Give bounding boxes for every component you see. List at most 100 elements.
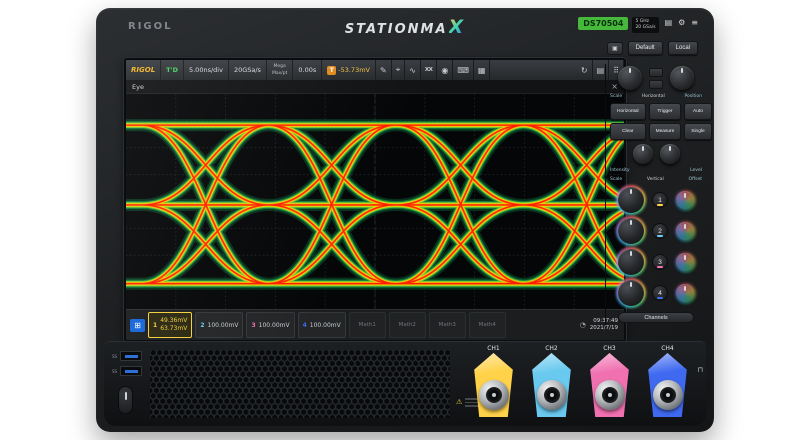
ch1-value-1: 49.36mV xyxy=(160,317,187,325)
edit-icon[interactable]: ✎ xyxy=(376,60,392,80)
channel-4-status[interactable]: 4100.00mV xyxy=(298,312,346,338)
math2-status[interactable]: Math2 xyxy=(389,312,426,338)
measure-button[interactable]: Measure xyxy=(649,123,682,140)
spec-samplerate: 20 GSa/s xyxy=(635,25,655,30)
channel-2-status[interactable]: 2100.00mV xyxy=(195,312,243,338)
math1-status[interactable]: Math1 xyxy=(349,312,386,338)
channel-1-status[interactable]: 1 49.36mV63.73mV xyxy=(148,312,192,338)
eye-tab-title: Eye xyxy=(132,83,144,91)
ch1-value-2: 63.73mV xyxy=(160,325,187,333)
ch2-wedge xyxy=(531,353,573,417)
intensity-knob[interactable] xyxy=(633,144,653,164)
horizontal-button[interactable]: Horizontal xyxy=(610,103,646,120)
screen: RIGOL T'D 5.00ns/div 20GSa/s MegaMax/pt … xyxy=(124,58,626,342)
keyboard-icon[interactable]: ⌨ xyxy=(453,60,474,80)
ch3-offset-knob[interactable] xyxy=(676,253,694,271)
math4-status[interactable]: Math4 xyxy=(469,312,506,338)
usb-port-2[interactable] xyxy=(120,366,142,376)
trigger-button[interactable]: Trigger xyxy=(649,103,682,120)
channel-3-status[interactable]: 3100.00mV xyxy=(246,312,294,338)
timebase-control[interactable]: 5.00ns/div xyxy=(184,60,229,80)
default-button[interactable]: Default xyxy=(628,41,663,55)
logo-x: X xyxy=(449,16,466,38)
horizontal-position-knob[interactable] xyxy=(670,66,694,90)
intensity-labels: IntensityLevel xyxy=(610,168,702,173)
channel-4-button[interactable]: 4 xyxy=(652,285,668,301)
snapshot-button[interactable]: ▣ xyxy=(607,42,623,55)
math-icon[interactable]: ∿ xyxy=(405,60,421,80)
spec-bandwidth: 5 GHz xyxy=(635,19,655,24)
model-specs: 5 GHz20 GSa/s xyxy=(632,17,658,33)
usb-port-1[interactable] xyxy=(120,351,142,361)
search-button[interactable] xyxy=(649,80,663,89)
eye-icon[interactable]: ◉ xyxy=(437,60,453,80)
system-icon[interactable]: ⊞ xyxy=(130,319,145,332)
power-button[interactable] xyxy=(118,386,133,414)
ch4-connector: CH4 xyxy=(643,345,692,417)
local-button[interactable]: Local xyxy=(668,41,698,55)
channel-3-button[interactable]: 3 xyxy=(652,254,668,270)
display-icon[interactable]: ▤ xyxy=(665,17,673,28)
ch2-scale-knob-face xyxy=(618,218,644,244)
channel-2-row: 2 xyxy=(618,218,694,244)
channels-button[interactable]: Channels xyxy=(618,312,694,323)
intensity-knob-row xyxy=(633,144,680,164)
auto-button[interactable]: Auto xyxy=(684,103,711,120)
trigger-level: -53.73mV xyxy=(338,66,370,74)
control-panel: ScaleHorizontalPosition Horizontal Trigg… xyxy=(605,64,706,325)
ch1-connector: CH1 xyxy=(469,345,518,417)
horizontal-labels: ScaleHorizontalPosition xyxy=(610,94,702,99)
ch1-offset-knob[interactable] xyxy=(676,191,694,209)
ch3-connector: CH3 xyxy=(585,345,634,417)
channel-2-button[interactable]: 2 xyxy=(652,223,668,239)
vertical-labels: ScaleVerticalOffset xyxy=(610,177,702,182)
series-logo: STATIONMAX xyxy=(295,16,515,38)
ch2-offset-knob[interactable] xyxy=(676,222,694,240)
sample-rate: 20GSa/s xyxy=(229,60,267,80)
jitter-icon[interactable]: XX xyxy=(421,60,437,80)
ch2-bnc-input[interactable] xyxy=(537,380,567,410)
math3-status[interactable]: Math3 xyxy=(429,312,466,338)
ch1-bnc-input[interactable] xyxy=(479,380,509,410)
grid-icon[interactable]: ▦ xyxy=(474,60,491,80)
ch3-bnc-input[interactable] xyxy=(595,380,625,410)
horizontal-knob-row xyxy=(618,66,694,90)
usb-port-1-row: SS xyxy=(112,351,142,361)
channel-controls: 1 2 3 4 xyxy=(618,187,694,306)
screen-rigol-logo: RIGOL xyxy=(126,60,161,80)
speaker-grille xyxy=(150,350,450,418)
channel-1-row: 1 xyxy=(618,187,694,213)
ch4-scale-knob[interactable] xyxy=(618,280,644,306)
usb-ss-label: SS xyxy=(112,354,117,359)
clear-button[interactable]: Clear xyxy=(610,123,646,140)
oscilloscope-device: RIGOL STATIONMAX DS70504 5 GHz20 GSa/s ▤… xyxy=(96,8,714,432)
channel-1-button[interactable]: 1 xyxy=(652,192,668,208)
horizontal-scale-knob[interactable] xyxy=(618,66,642,90)
ch3-scale-knob-face xyxy=(618,249,644,275)
ch1-scale-knob[interactable] xyxy=(618,187,644,213)
trigger-settings[interactable]: T-53.73mV xyxy=(322,60,376,80)
ch2-scale-knob[interactable] xyxy=(618,218,644,244)
zoom-button[interactable] xyxy=(649,68,663,77)
history-icon[interactable]: ↻ xyxy=(577,60,593,80)
ch2-connector-label: CH2 xyxy=(545,345,558,352)
ch4-offset-knob[interactable] xyxy=(676,284,694,302)
waveform-area[interactable] xyxy=(126,94,624,309)
ch3-connector-label: CH3 xyxy=(603,345,616,352)
ch4-bnc-input[interactable] xyxy=(653,380,683,410)
ch3-scale-knob[interactable] xyxy=(618,249,644,275)
channel-4-row: 4 xyxy=(618,280,694,306)
status-bar: ⊞ 1 49.36mV63.73mV 2100.00mV 3100.00mV 4… xyxy=(126,309,624,340)
probe-comp-icon: ⊓ xyxy=(698,366,703,374)
cursor-icon[interactable]: ⌖ xyxy=(392,60,406,80)
ch4-wedge xyxy=(647,353,689,417)
settings-icon[interactable]: ⚙ xyxy=(678,17,685,28)
trigger-status: T'D xyxy=(161,60,184,80)
horizontal-position-readout[interactable]: 0.00s xyxy=(293,60,322,80)
menu-icon[interactable]: ≡ xyxy=(691,17,698,28)
trigger-level-knob[interactable] xyxy=(660,144,680,164)
clock-icon: ◔ xyxy=(580,321,586,329)
ch1-connector-label: CH1 xyxy=(487,345,500,352)
single-button[interactable]: Single xyxy=(684,123,711,140)
function-buttons: Horizontal Trigger Auto Clear Measure Si… xyxy=(610,103,702,140)
